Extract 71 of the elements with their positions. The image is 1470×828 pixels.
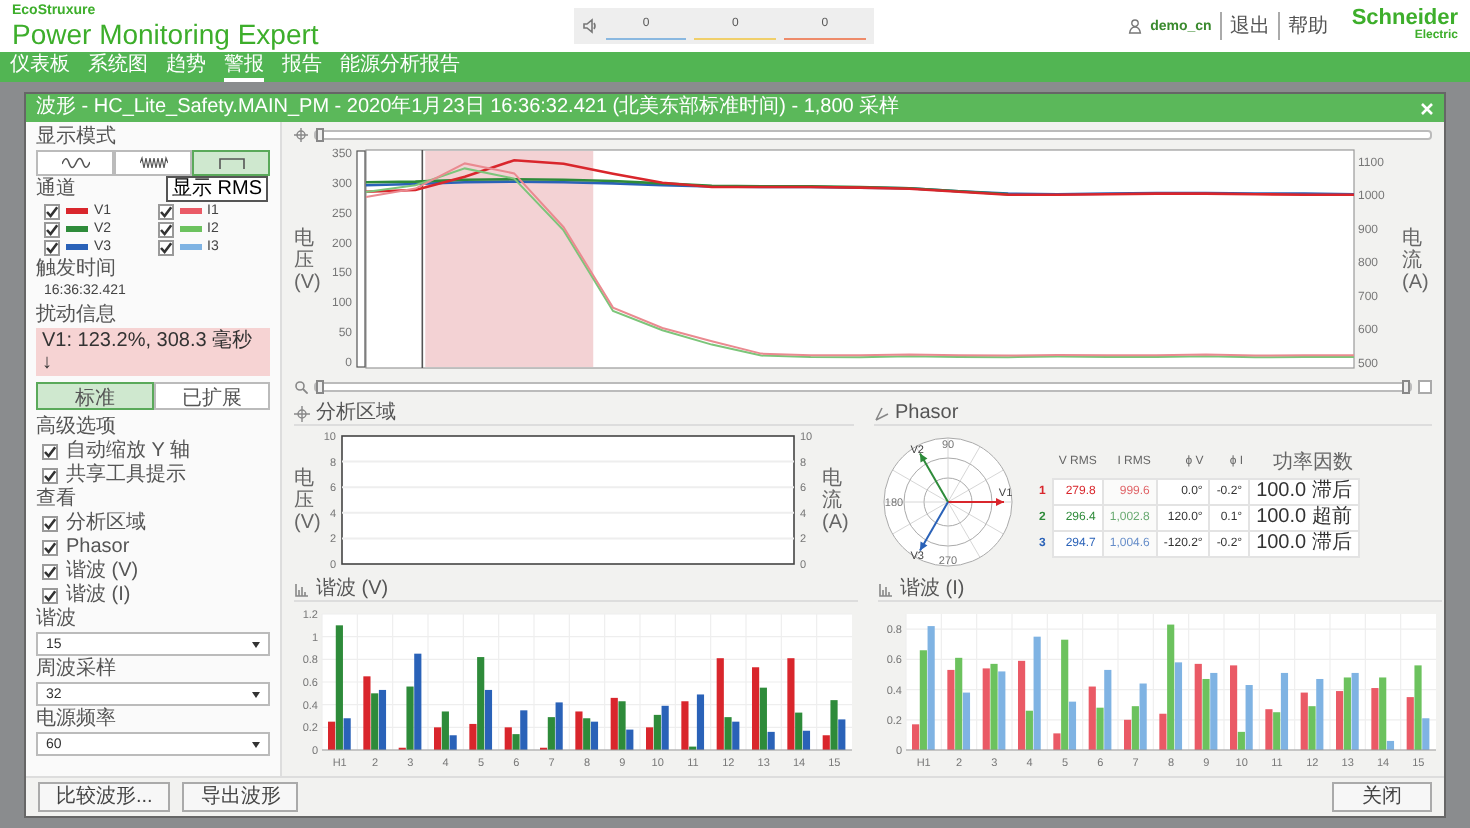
checkbox-label: 自动缩放 Y 轴 xyxy=(66,440,191,462)
table-cell: 100.0 滞后 xyxy=(1249,531,1359,557)
scrollbar-handle[interactable] xyxy=(316,127,324,141)
range-handle[interactable] xyxy=(356,150,366,368)
user-icon xyxy=(1128,18,1143,34)
checkbox[interactable] xyxy=(157,203,173,219)
view-toggle-button[interactable]: 已扩展 xyxy=(153,382,270,410)
tooltip: 显示 RMS xyxy=(166,176,268,202)
dense-waveform-icon xyxy=(139,156,167,170)
header-link[interactable]: 退出 xyxy=(1219,12,1270,40)
footer-button[interactable]: 比较波形... xyxy=(38,782,171,812)
checkbox[interactable] xyxy=(42,443,58,459)
table-cell: 100.0 超前 xyxy=(1249,505,1359,531)
display-mode-button[interactable] xyxy=(36,150,114,176)
caret-icon xyxy=(252,641,260,647)
checkbox[interactable] xyxy=(42,587,58,603)
waveform-icon xyxy=(61,156,89,170)
timeline-scrollbar[interactable] xyxy=(314,129,1432,139)
crosshair-icon xyxy=(294,405,310,421)
disturbance-info: V1: 123.2%, 308.3 毫秒 ↓ xyxy=(36,328,270,376)
table-cell: 100.0 滞后 xyxy=(1249,479,1359,505)
caret-icon xyxy=(252,741,260,747)
section-label: 显示模式 xyxy=(36,126,116,148)
view-toggle-button[interactable]: 标准 xyxy=(36,382,153,410)
scrollbar-handle[interactable] xyxy=(316,379,324,393)
field-label: 周波采样 xyxy=(36,658,116,680)
panel-title: Phasor xyxy=(895,402,959,424)
phasor-icon xyxy=(873,405,889,421)
caret-icon xyxy=(252,691,260,697)
section-label: 高级选项 xyxy=(36,416,116,438)
checkbox[interactable] xyxy=(44,221,60,237)
zoom-icon[interactable] xyxy=(294,379,308,393)
footer-button[interactable]: 导出波形 xyxy=(182,782,299,812)
display-mode-button[interactable] xyxy=(114,150,192,176)
section-label: 通道 xyxy=(36,178,76,200)
panel-title: 分析区域 xyxy=(316,402,396,424)
checkbox[interactable] xyxy=(157,221,173,237)
bar-chart-icon xyxy=(294,581,310,597)
field-label: 电源频率 xyxy=(36,708,116,730)
dialog-title: 波形 - HC_Lite_Safety.MAIN_PM - 2020年1月23日 16:36:32.421 (北美东部标准时间) - 1,800 采样 xyxy=(36,96,900,120)
section-label: 触发时间 xyxy=(36,258,116,280)
company-logo: Schneider xyxy=(1351,8,1458,30)
checkbox-label: 谐波 (I) xyxy=(66,584,131,606)
checkbox-label: Phasor xyxy=(66,536,130,558)
checkbox[interactable] xyxy=(42,515,58,531)
checkbox-label: 共享工具提示 xyxy=(66,464,186,486)
header-link[interactable]: 帮助 xyxy=(1277,12,1328,40)
checkbox[interactable] xyxy=(42,467,58,483)
field-label: 谐波 xyxy=(36,608,76,630)
checkbox-label: 分析区域 xyxy=(66,512,146,534)
bar-chart-icon xyxy=(878,581,894,597)
close-button[interactable]: 关闭 xyxy=(1332,782,1432,812)
column-header: 功率因数 xyxy=(1249,446,1359,479)
checkbox[interactable] xyxy=(44,239,60,255)
panel-title: 谐波 (V) xyxy=(316,578,389,600)
crosshair-icon[interactable] xyxy=(294,127,308,141)
section-label: 查看 xyxy=(36,488,76,510)
checkbox[interactable] xyxy=(42,563,58,579)
checkbox[interactable] xyxy=(157,239,173,255)
speaker-icon xyxy=(581,18,598,34)
scrollbar-handle[interactable] xyxy=(1402,379,1410,393)
step-line-icon xyxy=(217,156,245,170)
display-mode-button[interactable] xyxy=(192,150,270,176)
checkbox-label: 谐波 (V) xyxy=(66,560,139,582)
zoom-scrollbar[interactable] xyxy=(314,381,1412,391)
checkbox[interactable] xyxy=(44,203,60,219)
polar-grid xyxy=(882,437,1012,567)
section-label: 扰动信息 xyxy=(36,304,116,326)
product-title: Power Monitoring Expert xyxy=(12,19,319,49)
panel-title: 谐波 (I) xyxy=(900,578,965,600)
checkbox[interactable] xyxy=(42,539,58,555)
